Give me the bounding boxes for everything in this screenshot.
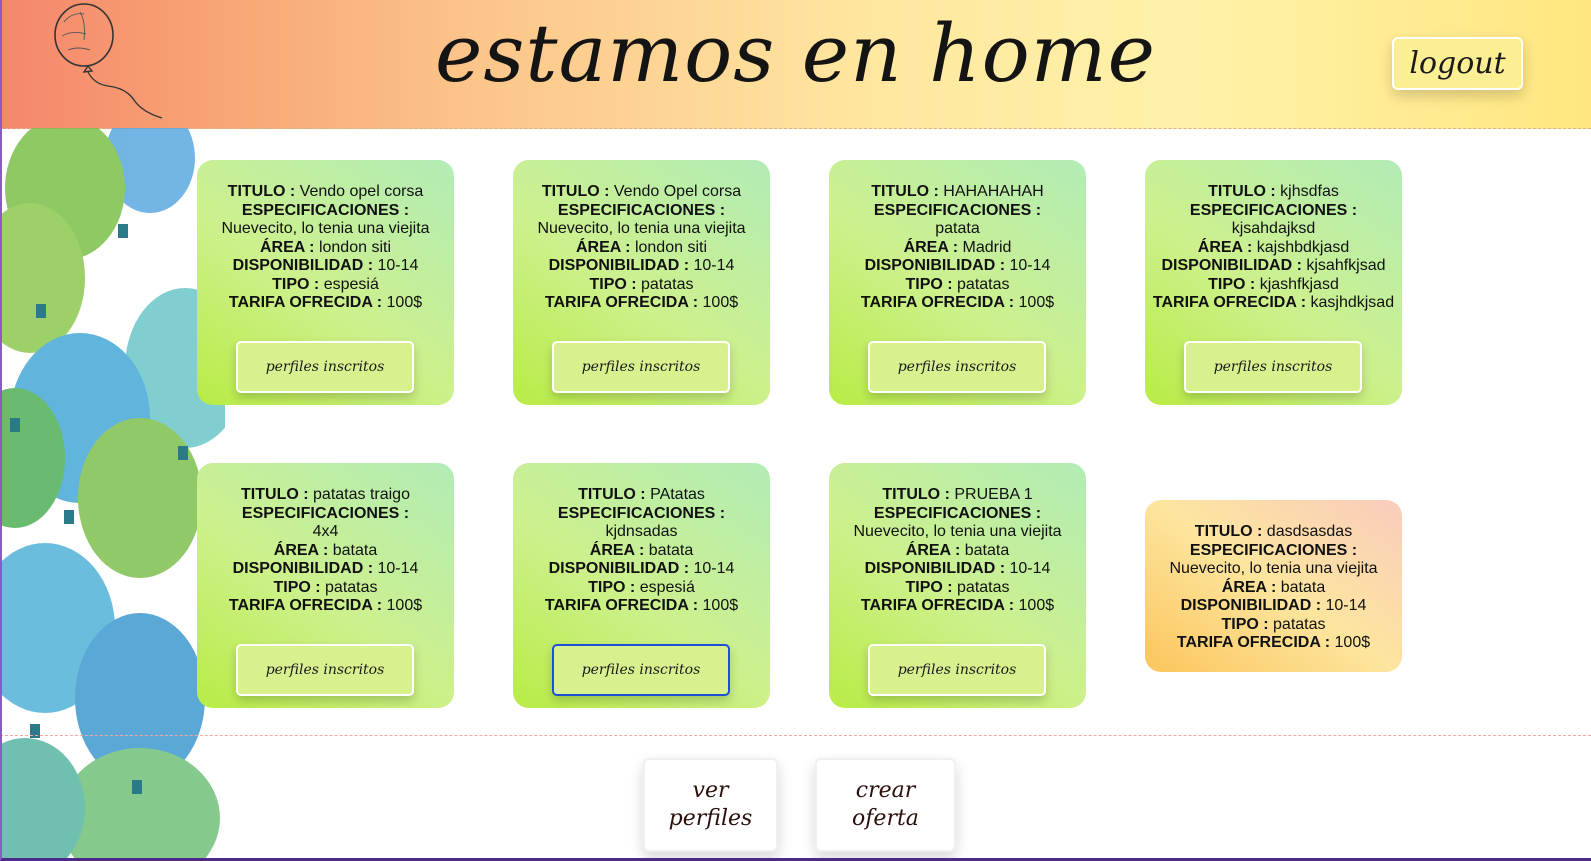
offer-card: TITULO : PRUEBA 1 ESPECIFICACIONES : Nue…: [829, 463, 1086, 708]
footer-divider: [0, 735, 1591, 736]
offer-card: TITULO : dasdsasdas ESPECIFICACIONES : N…: [1145, 500, 1402, 672]
perfiles-inscritos-button[interactable]: perfiles inscritos: [868, 341, 1046, 393]
crear-oferta-button[interactable]: crear oferta: [815, 758, 956, 852]
offer-card: TITULO : Vendo Opel corsa ESPECIFICACION…: [513, 160, 770, 405]
offer-card: TITULO : Vendo opel corsa ESPECIFICACION…: [197, 160, 454, 405]
perfiles-inscritos-button[interactable]: perfiles inscritos: [868, 644, 1046, 696]
offer-card: TITULO : HAHAHAHAH ESPECIFICACIONES : pa…: [829, 160, 1086, 405]
perfiles-inscritos-button[interactable]: perfiles inscritos: [236, 644, 414, 696]
page-title: estamos en home: [435, 7, 1156, 100]
window-edge: [0, 0, 1591, 861]
offer-card: TITULO : patatas traigo ESPECIFICACIONES…: [197, 463, 454, 708]
perfiles-inscritos-button[interactable]: perfiles inscritos: [552, 341, 730, 393]
balloon-decoration: [0, 128, 225, 861]
offer-card: TITULO : kjhsdfas ESPECIFICACIONES : kjs…: [1145, 160, 1402, 405]
logout-button[interactable]: logout: [1392, 37, 1523, 90]
perfiles-inscritos-button[interactable]: perfiles inscritos: [1184, 341, 1362, 393]
perfiles-inscritos-button[interactable]: perfiles inscritos: [552, 644, 730, 696]
offer-card: TITULO : PAtatas ESPECIFICACIONES : kjdn…: [513, 463, 770, 708]
ver-perfiles-button[interactable]: ver perfiles: [643, 758, 778, 852]
header-bar: estamos en home logout: [0, 0, 1591, 129]
perfiles-inscritos-button[interactable]: perfiles inscritos: [236, 341, 414, 393]
